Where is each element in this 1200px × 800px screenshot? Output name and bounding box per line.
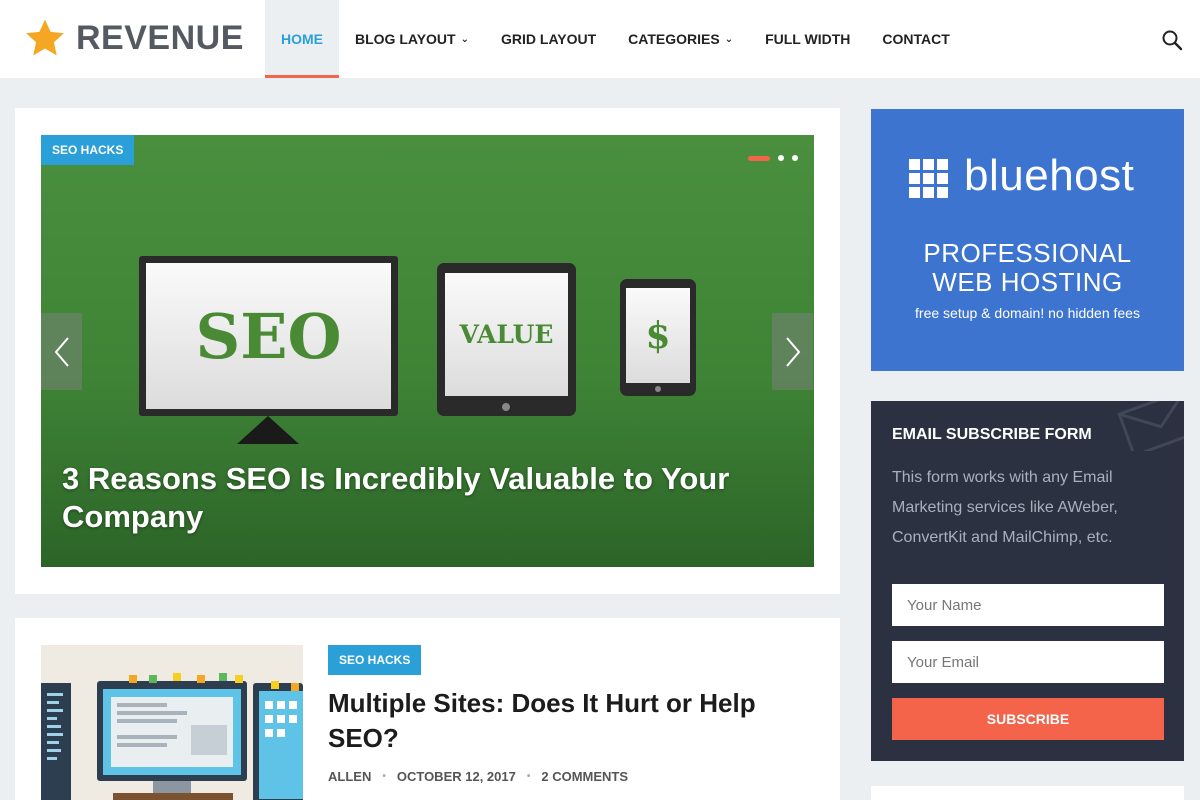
featured-slider[interactable]: SEO VALUE $ SEO HACKS 3 Reasons SEO Is I…: [41, 135, 814, 567]
post-title[interactable]: Multiple Sites: Does It Hurt or Help SEO…: [328, 686, 798, 756]
slider-next-button[interactable]: [772, 313, 813, 390]
subscribe-title: EMAIL SUBSCRIBE FORM: [892, 426, 1092, 443]
slide-category-badge[interactable]: SEO HACKS: [41, 135, 135, 165]
chevron-right-icon: [785, 336, 800, 367]
next-sidebar-widget: [871, 786, 1184, 800]
main-nav: HOME BLOG LAYOUT ⌄ GRID LAYOUT CATEGORIE…: [265, 0, 966, 78]
phone-screen-text: $: [626, 288, 690, 383]
meta-separator: •: [526, 771, 531, 782]
nav-item-label: HOME: [281, 31, 323, 47]
slider-dot-3[interactable]: [792, 155, 798, 161]
logo-text: REVENUE: [76, 18, 244, 57]
phone-home-button: [655, 386, 661, 392]
slider-dot-2[interactable]: [778, 155, 784, 161]
post-author[interactable]: ALLEN: [328, 769, 371, 784]
nav-item-label: GRID LAYOUT: [501, 31, 597, 47]
email-subscribe-widget: EMAIL SUBSCRIBE FORM This form works wit…: [871, 401, 1184, 761]
phone-illustration: $: [620, 279, 696, 396]
slide-title[interactable]: 3 Reasons SEO Is Incredibly Valuable to …: [62, 460, 782, 536]
bluehost-ad-banner[interactable]: bluehost PROFESSIONAL WEB HOSTING free s…: [871, 109, 1184, 371]
slider-prev-button[interactable]: [41, 313, 82, 390]
monitor-screen-text: SEO: [146, 263, 391, 409]
bluehost-grid-icon: [909, 159, 948, 198]
post-date[interactable]: OCTOBER 12, 2017: [397, 769, 516, 784]
chevron-left-icon: [54, 336, 69, 367]
monitor-illustration: SEO: [139, 256, 398, 416]
slider-pagination: [748, 155, 798, 161]
chevron-down-icon: ⌄: [724, 33, 734, 45]
monitor-stand: [237, 416, 299, 444]
ad-subtext: free setup & domain! no hidden fees: [915, 305, 1140, 321]
nav-item-contact[interactable]: CONTACT: [866, 0, 965, 78]
subscribe-description: This form works with any Email Marketing…: [892, 469, 1118, 546]
nav-item-label: BLOG LAYOUT: [355, 31, 456, 47]
ad-headline: PROFESSIONAL WEB HOSTING: [871, 239, 1184, 297]
email-field[interactable]: [892, 641, 1164, 683]
tablet-illustration: VALUE: [437, 263, 576, 416]
nav-item-label: FULL WIDTH: [765, 31, 851, 47]
nav-item-grid-layout[interactable]: GRID LAYOUT: [485, 0, 612, 78]
tablet-screen-text: VALUE: [445, 273, 568, 396]
nav-item-home[interactable]: HOME: [265, 0, 339, 78]
meta-separator: •: [382, 771, 386, 782]
ad-headline-line-2: WEB HOSTING: [932, 267, 1123, 297]
site-header: REVENUE HOME BLOG LAYOUT ⌄ GRID LAYOUT C…: [0, 0, 1200, 78]
post-thumbnail-illustration: [41, 645, 303, 800]
tablet-home-button: [502, 403, 510, 411]
post-comments[interactable]: 2 COMMENTS: [541, 769, 628, 784]
nav-item-full-width[interactable]: FULL WIDTH: [749, 0, 866, 78]
post-category-badge[interactable]: SEO HACKS: [328, 645, 422, 675]
envelope-icon: [1117, 401, 1184, 451]
post-meta: ALLEN • OCTOBER 12, 2017 • 2 COMMENTS: [328, 769, 628, 784]
nav-item-label: CATEGORIES: [628, 31, 720, 47]
slider-dot-1[interactable]: [748, 155, 770, 161]
post-thumbnail[interactable]: [41, 645, 303, 800]
search-icon[interactable]: [1160, 28, 1184, 52]
featured-slider-card: SEO VALUE $ SEO HACKS 3 Reasons SEO Is I…: [15, 108, 840, 594]
ad-brand: bluehost: [964, 151, 1135, 200]
subscribe-button[interactable]: SUBSCRIBE: [892, 698, 1164, 740]
nav-item-categories[interactable]: CATEGORIES ⌄: [612, 0, 749, 78]
nav-item-label: CONTACT: [882, 31, 950, 47]
chevron-down-icon: ⌄: [460, 33, 469, 45]
star-icon: [26, 19, 64, 56]
post-card: SEO HACKS Multiple Sites: Does It Hurt o…: [15, 618, 840, 800]
ad-headline-line-1: PROFESSIONAL: [923, 238, 1132, 268]
nav-item-blog-layout[interactable]: BLOG LAYOUT ⌄: [339, 0, 485, 78]
site-logo[interactable]: REVENUE: [24, 14, 244, 62]
name-field[interactable]: [892, 584, 1164, 626]
